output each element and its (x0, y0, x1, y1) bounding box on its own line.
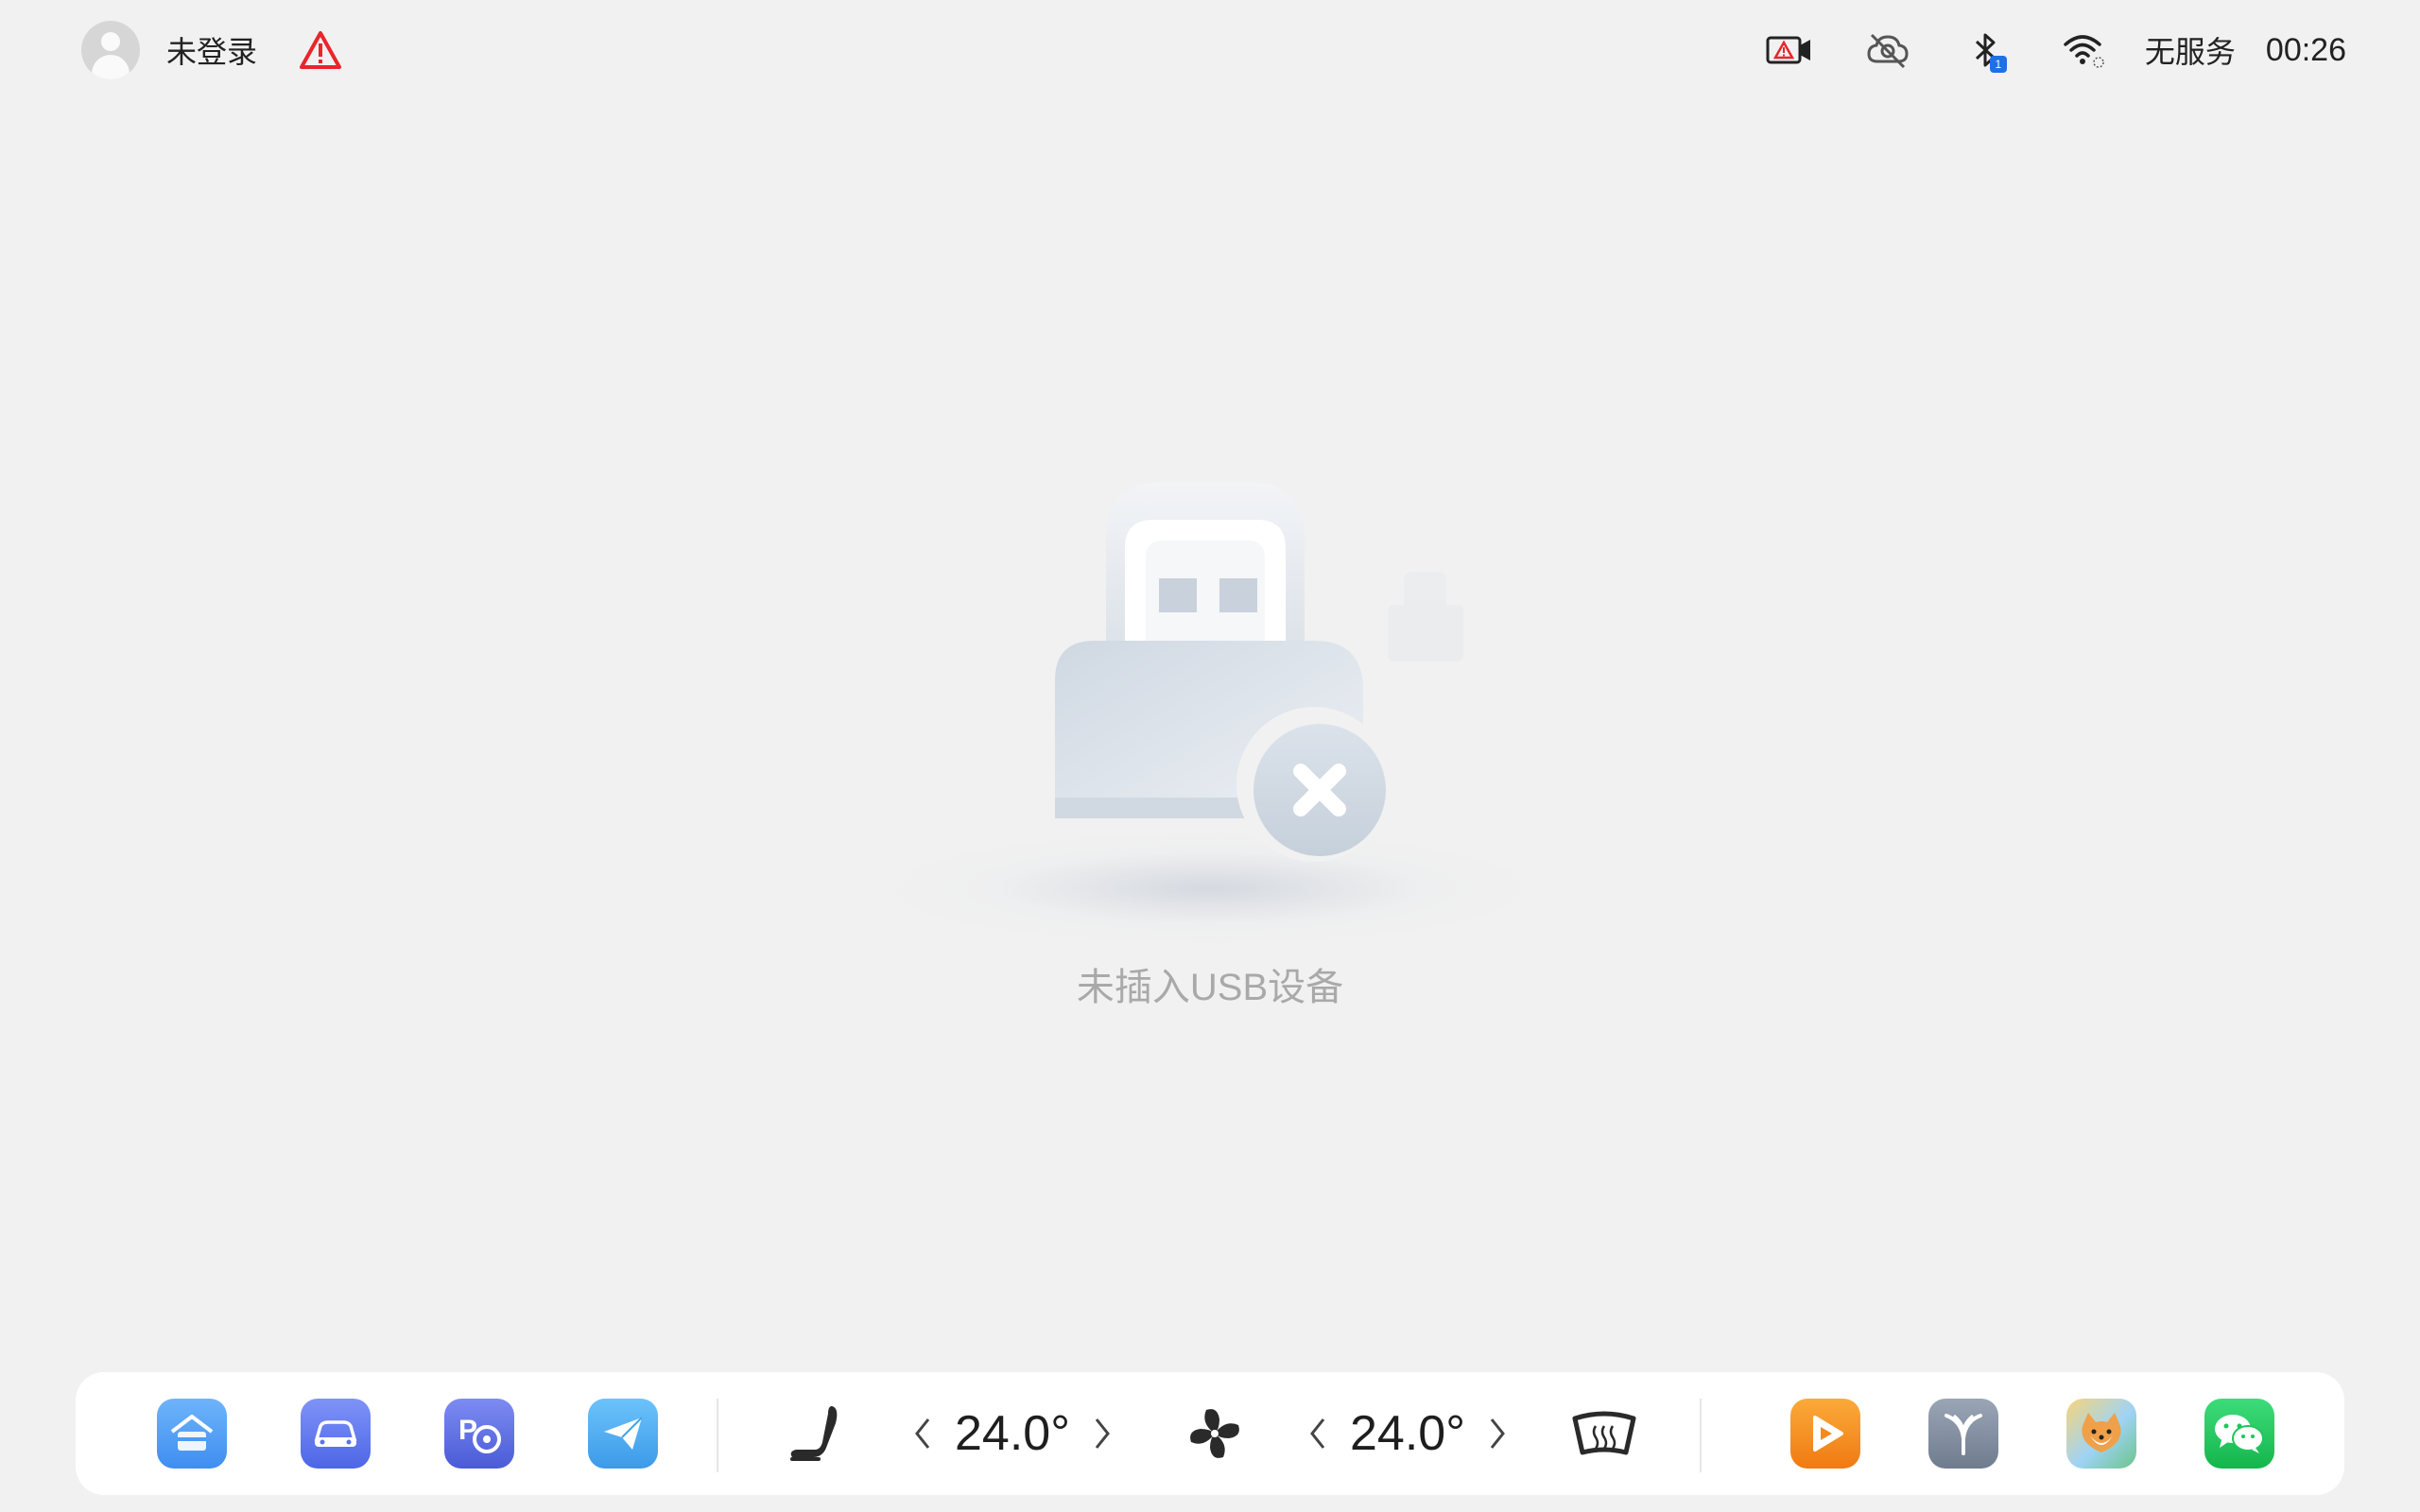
wifi-icon[interactable] (2058, 24, 2111, 77)
network-service-label: 无服务 (2144, 35, 2236, 69)
right-temp-decrease-button[interactable] (1303, 1415, 1333, 1452)
status-bar-right: 1 无服务 00:26 (1763, 21, 2346, 79)
usb-not-connected-icon (1055, 482, 1463, 862)
left-temperature-control: 24.0° (908, 1391, 1117, 1476)
cloud-off-icon[interactable] (1861, 24, 1914, 77)
dashcam-warning-icon[interactable] (1763, 24, 1816, 77)
shiba-game-icon[interactable] (2066, 1399, 2136, 1469)
seat-heat-icon[interactable] (775, 1391, 860, 1476)
right-temp-value: 24.0° (1350, 1406, 1466, 1461)
status-bar-left: 未登录 (81, 21, 342, 79)
fan-icon[interactable] (1172, 1391, 1257, 1476)
rear-defrost-icon[interactable] (1562, 1391, 1647, 1476)
home-app-icon[interactable] (157, 1399, 227, 1469)
avatar-icon[interactable] (81, 21, 140, 79)
left-temp-decrease-button[interactable] (908, 1415, 938, 1452)
send-app-icon[interactable] (588, 1399, 658, 1469)
brand-logo-icon[interactable] (1928, 1399, 1998, 1469)
empty-state-message: 未插入USB设备 (1076, 967, 1344, 1008)
bottom-dock: P 24.0° 24.0° (76, 1372, 2344, 1495)
bluetooth-icon[interactable]: 1 (1960, 24, 2013, 77)
clock: 00:26 (2265, 31, 2346, 68)
right-temperature-control: 24.0° (1303, 1391, 1512, 1476)
login-status-label[interactable]: 未登录 (166, 28, 257, 72)
car-app-icon[interactable] (301, 1399, 371, 1469)
dock-divider-right (1700, 1399, 1702, 1472)
right-temp-increase-button[interactable] (1482, 1415, 1512, 1452)
video-app-icon[interactable] (1790, 1399, 1860, 1469)
wechat-icon[interactable] (2204, 1399, 2274, 1469)
left-temp-increase-button[interactable] (1087, 1415, 1117, 1452)
bluetooth-badge: 1 (1989, 56, 2007, 73)
dock-divider-left (717, 1399, 718, 1472)
left-temp-value: 24.0° (955, 1406, 1071, 1461)
parking-app-icon[interactable]: P (444, 1399, 514, 1469)
warning-icon[interactable] (299, 30, 342, 70)
